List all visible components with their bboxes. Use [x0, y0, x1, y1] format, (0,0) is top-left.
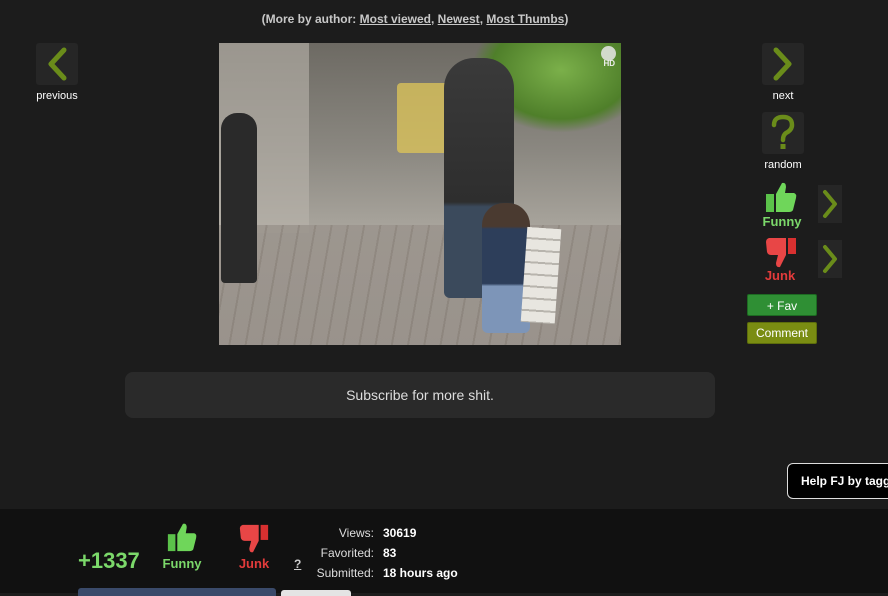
thumbs-down-icon: [239, 524, 269, 553]
hd-badge: HD: [603, 59, 615, 68]
chevron-right-icon: [823, 245, 837, 273]
help-tag-button[interactable]: Help FJ by tagg: [787, 463, 888, 499]
subscribe-text: Subscribe for more shit.: [346, 387, 494, 403]
junk-thumb-button[interactable]: [764, 236, 800, 270]
junk-label[interactable]: Junk: [750, 268, 810, 283]
most-viewed-link[interactable]: Most viewed: [360, 12, 431, 26]
previous-button[interactable]: [36, 43, 78, 85]
bottom-junk-button[interactable]: Junk: [232, 523, 276, 571]
views-label: Views:: [338, 526, 374, 540]
views-row: Views: 30619: [300, 523, 458, 543]
author-suffix: ): [564, 12, 569, 26]
separator: ,: [430, 12, 438, 26]
scene-pavement: [219, 225, 621, 345]
bottom-funny-label[interactable]: Funny: [160, 556, 204, 571]
thumbs-up-icon: [766, 182, 797, 212]
author-links-line: (More by author: Most viewed, Newest, Mo…: [0, 12, 830, 26]
previous-label[interactable]: previous: [27, 90, 87, 102]
chevron-right-icon: [823, 190, 837, 218]
next-label[interactable]: next: [753, 90, 813, 102]
question-mark-icon: [771, 114, 795, 149]
scene-pedestrian: [221, 113, 257, 283]
content-stats: Views: 30619 Favorited: 83 Submitted: 18…: [300, 523, 458, 583]
submitted-row: Submitted: 18 hours ago: [300, 563, 458, 583]
bottom-funny-button[interactable]: Funny: [160, 521, 204, 571]
bottom-junk-label[interactable]: Junk: [232, 556, 276, 571]
funny-thumb-button[interactable]: [764, 180, 800, 214]
funny-label[interactable]: Funny: [752, 214, 812, 229]
submitted-value: 18 hours ago: [383, 566, 458, 580]
chevron-left-icon: [48, 47, 67, 81]
next-button[interactable]: [762, 43, 804, 85]
gif-image[interactable]: HD: [219, 43, 621, 345]
thumbs-down-icon: [766, 238, 796, 268]
favorited-label: Favorited:: [320, 546, 374, 560]
submitted-label: Submitted:: [316, 566, 374, 580]
chevron-right-icon: [773, 47, 792, 81]
tab-stub[interactable]: [281, 590, 351, 596]
views-value: 30619: [383, 526, 417, 540]
scene-paper: [520, 226, 562, 325]
random-label[interactable]: random: [753, 159, 813, 171]
subscribe-box: Subscribe for more shit.: [125, 372, 715, 418]
most-thumbs-link[interactable]: Most Thumbs: [486, 12, 564, 26]
score-value: +1337: [78, 548, 140, 573]
junk-expand-arrow[interactable]: [818, 240, 842, 278]
favorited-row: Favorited: 83: [300, 543, 458, 563]
tab-stub[interactable]: [78, 588, 276, 596]
random-button[interactable]: [762, 112, 804, 154]
favorited-value: 83: [383, 546, 397, 560]
comment-button[interactable]: Comment: [747, 322, 817, 344]
newest-link[interactable]: Newest: [438, 12, 480, 26]
author-prefix: (More by author:: [261, 12, 360, 26]
thumbs-up-icon: [167, 523, 197, 552]
add-favorite-button[interactable]: + Fav: [747, 294, 817, 316]
funny-expand-arrow[interactable]: [818, 185, 842, 223]
